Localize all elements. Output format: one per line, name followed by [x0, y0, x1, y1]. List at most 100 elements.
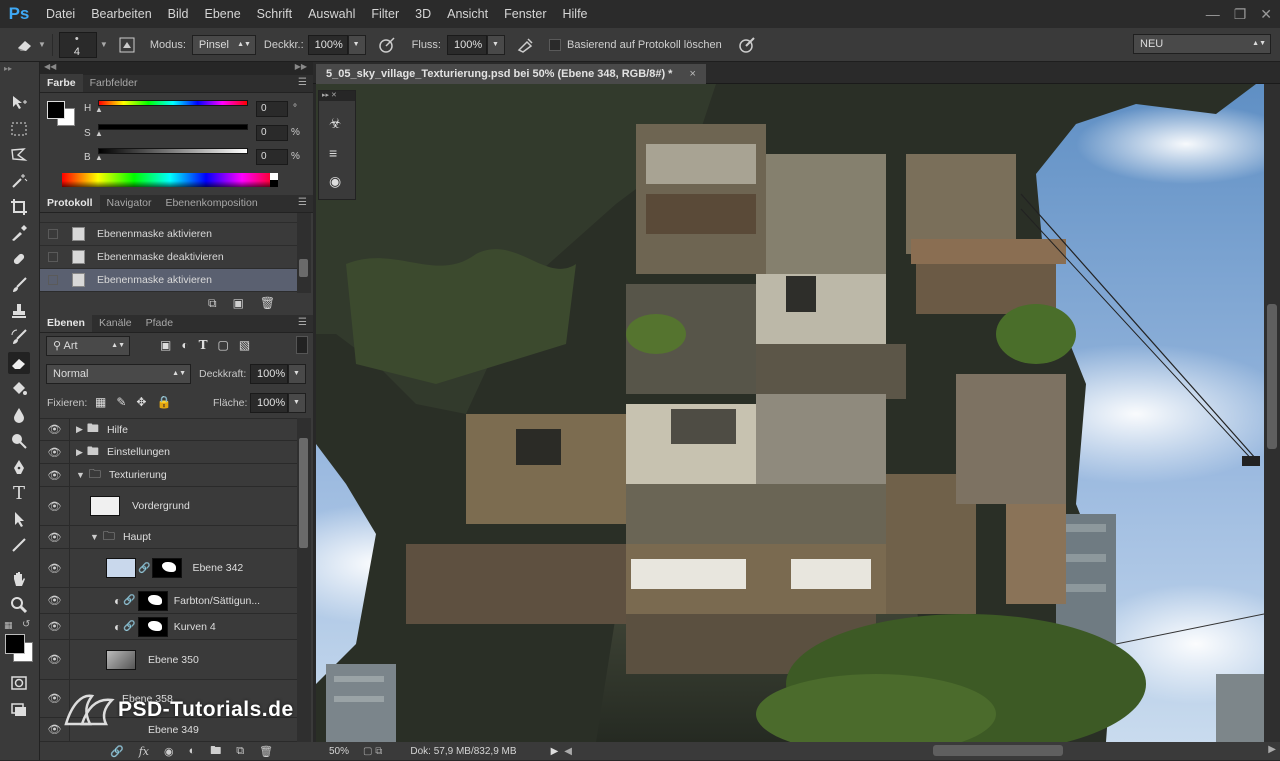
close-document-icon[interactable]: × [690, 68, 696, 80]
fluss-input[interactable]: 100% [447, 34, 487, 55]
status-menu-arrow-icon[interactable]: ▶ [551, 746, 559, 757]
lock-all-icon[interactable]: 🔒 [156, 395, 171, 409]
minimize-icon[interactable]: — [1206, 6, 1220, 22]
layer-mask-thumbnail[interactable] [137, 590, 168, 611]
blur-tool-icon[interactable] [8, 404, 30, 426]
filter-toggle[interactable] [296, 336, 308, 354]
delete-state-icon[interactable]: 🗑 [260, 296, 275, 311]
visibility-eye-icon[interactable]: 👁 [40, 640, 70, 679]
clone-source-icon[interactable]: ◉ [329, 173, 341, 190]
tab-pfade[interactable]: Pfade [139, 314, 180, 332]
screen-mode-icon[interactable] [8, 698, 30, 720]
history-snapshot-checkbox[interactable] [48, 252, 58, 262]
h-input[interactable]: 0 [256, 101, 288, 117]
zoom-tool-icon[interactable] [8, 594, 30, 616]
foreground-color-swatch[interactable] [5, 634, 25, 654]
crop-tool-icon[interactable] [8, 196, 30, 218]
opacity-dropdown[interactable]: ▼ [288, 364, 306, 384]
layer-row-group-open[interactable]: 👁 ▼ 🗀 Haupt [40, 526, 297, 549]
b-input[interactable]: 0 [256, 149, 288, 165]
opacity-input[interactable]: 100% [250, 364, 288, 384]
panel-menu-icon[interactable]: ☰ [298, 197, 307, 208]
tab-protokoll[interactable]: Protokoll [40, 194, 100, 212]
canvas-vscroll-thumb[interactable] [1267, 304, 1277, 449]
type-tool-icon[interactable]: T [8, 482, 30, 504]
brush-panel-icon[interactable] [118, 36, 136, 54]
group-expand-icon[interactable]: ▶ [76, 447, 83, 458]
pen-tool-icon[interactable] [8, 456, 30, 478]
menu-fenster[interactable]: Fenster [496, 0, 554, 28]
mask-link-icon[interactable]: 🔗 [123, 621, 135, 632]
layer-row[interactable]: 👁 Vordergrund [40, 487, 297, 526]
saturation-slider[interactable] [98, 124, 248, 130]
s-input[interactable]: 0 [256, 125, 288, 141]
dodge-tool-icon[interactable] [8, 430, 30, 452]
magic-wand-icon[interactable] [8, 170, 30, 192]
menu-bild[interactable]: Bild [160, 0, 197, 28]
paint-bucket-icon[interactable] [8, 378, 30, 400]
brush-picker-chevron-icon[interactable]: ▼ [100, 40, 108, 49]
swap-colors-icon[interactable]: ↺ [22, 619, 30, 630]
marquee-tool-icon[interactable] [8, 118, 30, 140]
menu-auswahl[interactable]: Auswahl [300, 0, 363, 28]
layer-row[interactable]: 👁 🔗 Ebene 342 [40, 549, 297, 588]
tab-ebenenkomposition[interactable]: Ebenenkomposition [158, 194, 264, 212]
deckkraft-input[interactable]: 100% [307, 34, 348, 55]
fx-icon[interactable]: fx [139, 745, 149, 758]
link-layers-icon[interactable]: 🔗 [110, 745, 124, 758]
lasso-tool-icon[interactable] [8, 144, 30, 166]
brightness-slider-handle[interactable]: ▲ [95, 153, 103, 162]
panel-menu-icon[interactable]: ☰ [298, 317, 307, 328]
panel-expand-icon[interactable]: ▶▶ [295, 62, 307, 71]
hue-slider[interactable] [98, 100, 248, 106]
hscroll-right-icon[interactable]: ▶ [1268, 744, 1276, 755]
filter-type-icon[interactable]: T [199, 338, 208, 352]
tab-farbfelder[interactable]: Farbfelder [83, 74, 145, 92]
canvas-vertical-scrollbar[interactable] [1264, 84, 1280, 742]
clone-stamp-icon[interactable] [8, 300, 30, 322]
zoom-level[interactable]: 50% [329, 746, 349, 757]
pressure-size-icon[interactable] [736, 35, 758, 55]
layer-row-group[interactable]: 👁 ▶ 🖿 Einstellungen [40, 441, 297, 464]
history-brush-icon[interactable] [8, 326, 30, 348]
airbrush-icon[interactable] [515, 35, 537, 55]
layer-filter-select[interactable]: ⚲ Art ▲▼ [46, 336, 130, 356]
eyedropper-icon[interactable] [8, 222, 30, 244]
filter-pixel-icon[interactable]: ▣ [160, 338, 171, 352]
hue-slider-handle[interactable]: ▲ [95, 105, 103, 114]
mask-link-icon[interactable]: 🔗 [138, 563, 150, 574]
document-tab[interactable]: 5_05_sky_village_Texturierung.psd bei 50… [316, 64, 706, 84]
ramp-black-swatch[interactable] [270, 180, 278, 187]
layer-row-adjustment[interactable]: 👁 ◐ 🔗 Kurven 4 [40, 614, 297, 640]
layer-row[interactable]: 👁 Ebene 350 [40, 640, 297, 680]
filter-smart-object-icon[interactable]: ▧ [239, 338, 250, 352]
tab-ebenen[interactable]: Ebenen [40, 314, 92, 332]
menu-datei[interactable]: Datei [38, 0, 83, 28]
visibility-eye-icon[interactable]: 👁 [40, 464, 70, 486]
snapshot-camera-icon[interactable]: ▣ [233, 296, 244, 311]
healing-brush-icon[interactable] [8, 248, 30, 270]
lock-transparency-icon[interactable]: ▦ [95, 395, 106, 409]
layer-mask-thumbnail[interactable] [137, 616, 168, 637]
tab-farbe[interactable]: Farbe [40, 74, 83, 92]
group-collapse-icon[interactable]: ▼ [90, 532, 99, 542]
add-mask-icon[interactable]: ◉ [164, 745, 174, 758]
tab-navigator[interactable]: Navigator [100, 194, 159, 212]
tab-kanaele[interactable]: Kanäle [92, 314, 139, 332]
menu-schrift[interactable]: Schrift [249, 0, 300, 28]
brush-size-box[interactable]: • 4 [58, 31, 97, 58]
layer-row-group[interactable]: 👁 ▶ 🖿 Hilfe [40, 418, 297, 441]
eraser-tool-active-icon[interactable] [8, 352, 30, 374]
hscroll-left-icon[interactable]: ◀ [564, 746, 572, 757]
document-canvas[interactable] [316, 84, 1264, 742]
layer-row-group-open[interactable]: 👁 ▼ 🗀 Texturierung [40, 464, 297, 487]
menu-hilfe[interactable]: Hilfe [555, 0, 596, 28]
brush-presets-icon[interactable]: ☣ [329, 115, 342, 132]
visibility-eye-icon[interactable]: 👁 [40, 487, 70, 525]
modus-select[interactable]: Pinsel ▲▼ [191, 34, 256, 55]
new-layer-icon[interactable]: ⧉ [236, 745, 244, 758]
menu-ebene[interactable]: Ebene [197, 0, 249, 28]
history-item[interactable]: Ebenenmaske aktivieren [40, 223, 297, 246]
fill-input[interactable]: 100% [250, 393, 288, 413]
layer-row-adjustment[interactable]: 👁 ◐ 🔗 Farbton/Sättigun... [40, 588, 297, 614]
